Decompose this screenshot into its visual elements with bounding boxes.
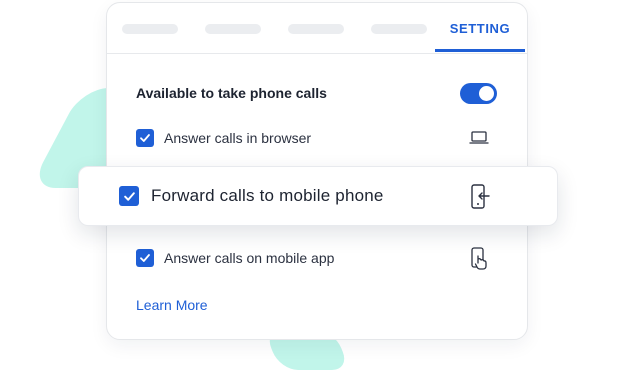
tab-placeholder-3[interactable]: [288, 24, 344, 34]
forward-calls-checkbox[interactable]: [119, 186, 139, 206]
checkmark-icon: [123, 191, 135, 201]
forward-calls-card: Forward calls to mobile phone: [78, 166, 558, 226]
phone-forward-icon: [469, 184, 493, 210]
tab-placeholder-4[interactable]: [371, 24, 427, 34]
answer-mobile-app-label: Answer calls on mobile app: [164, 250, 335, 266]
learn-more-link[interactable]: Learn More: [136, 297, 208, 313]
tab-setting[interactable]: SETTING: [435, 3, 525, 52]
available-calls-label: Available to take phone calls: [136, 85, 327, 101]
tab-placeholder-2[interactable]: [205, 24, 261, 34]
answer-mobile-app-checkbox[interactable]: [136, 249, 154, 267]
answer-browser-checkbox[interactable]: [136, 129, 154, 147]
tab-bar: SETTING: [107, 3, 527, 54]
forward-calls-label: Forward calls to mobile phone: [151, 186, 384, 205]
checkmark-icon: [140, 254, 150, 262]
laptop-icon: [469, 129, 489, 147]
phone-tap-icon: [469, 247, 489, 271]
tab-placeholder-1[interactable]: [122, 24, 178, 34]
available-calls-toggle[interactable]: [460, 83, 497, 104]
checkmark-icon: [140, 134, 150, 142]
toggle-knob: [479, 86, 494, 101]
answer-browser-label: Answer calls in browser: [164, 130, 312, 146]
